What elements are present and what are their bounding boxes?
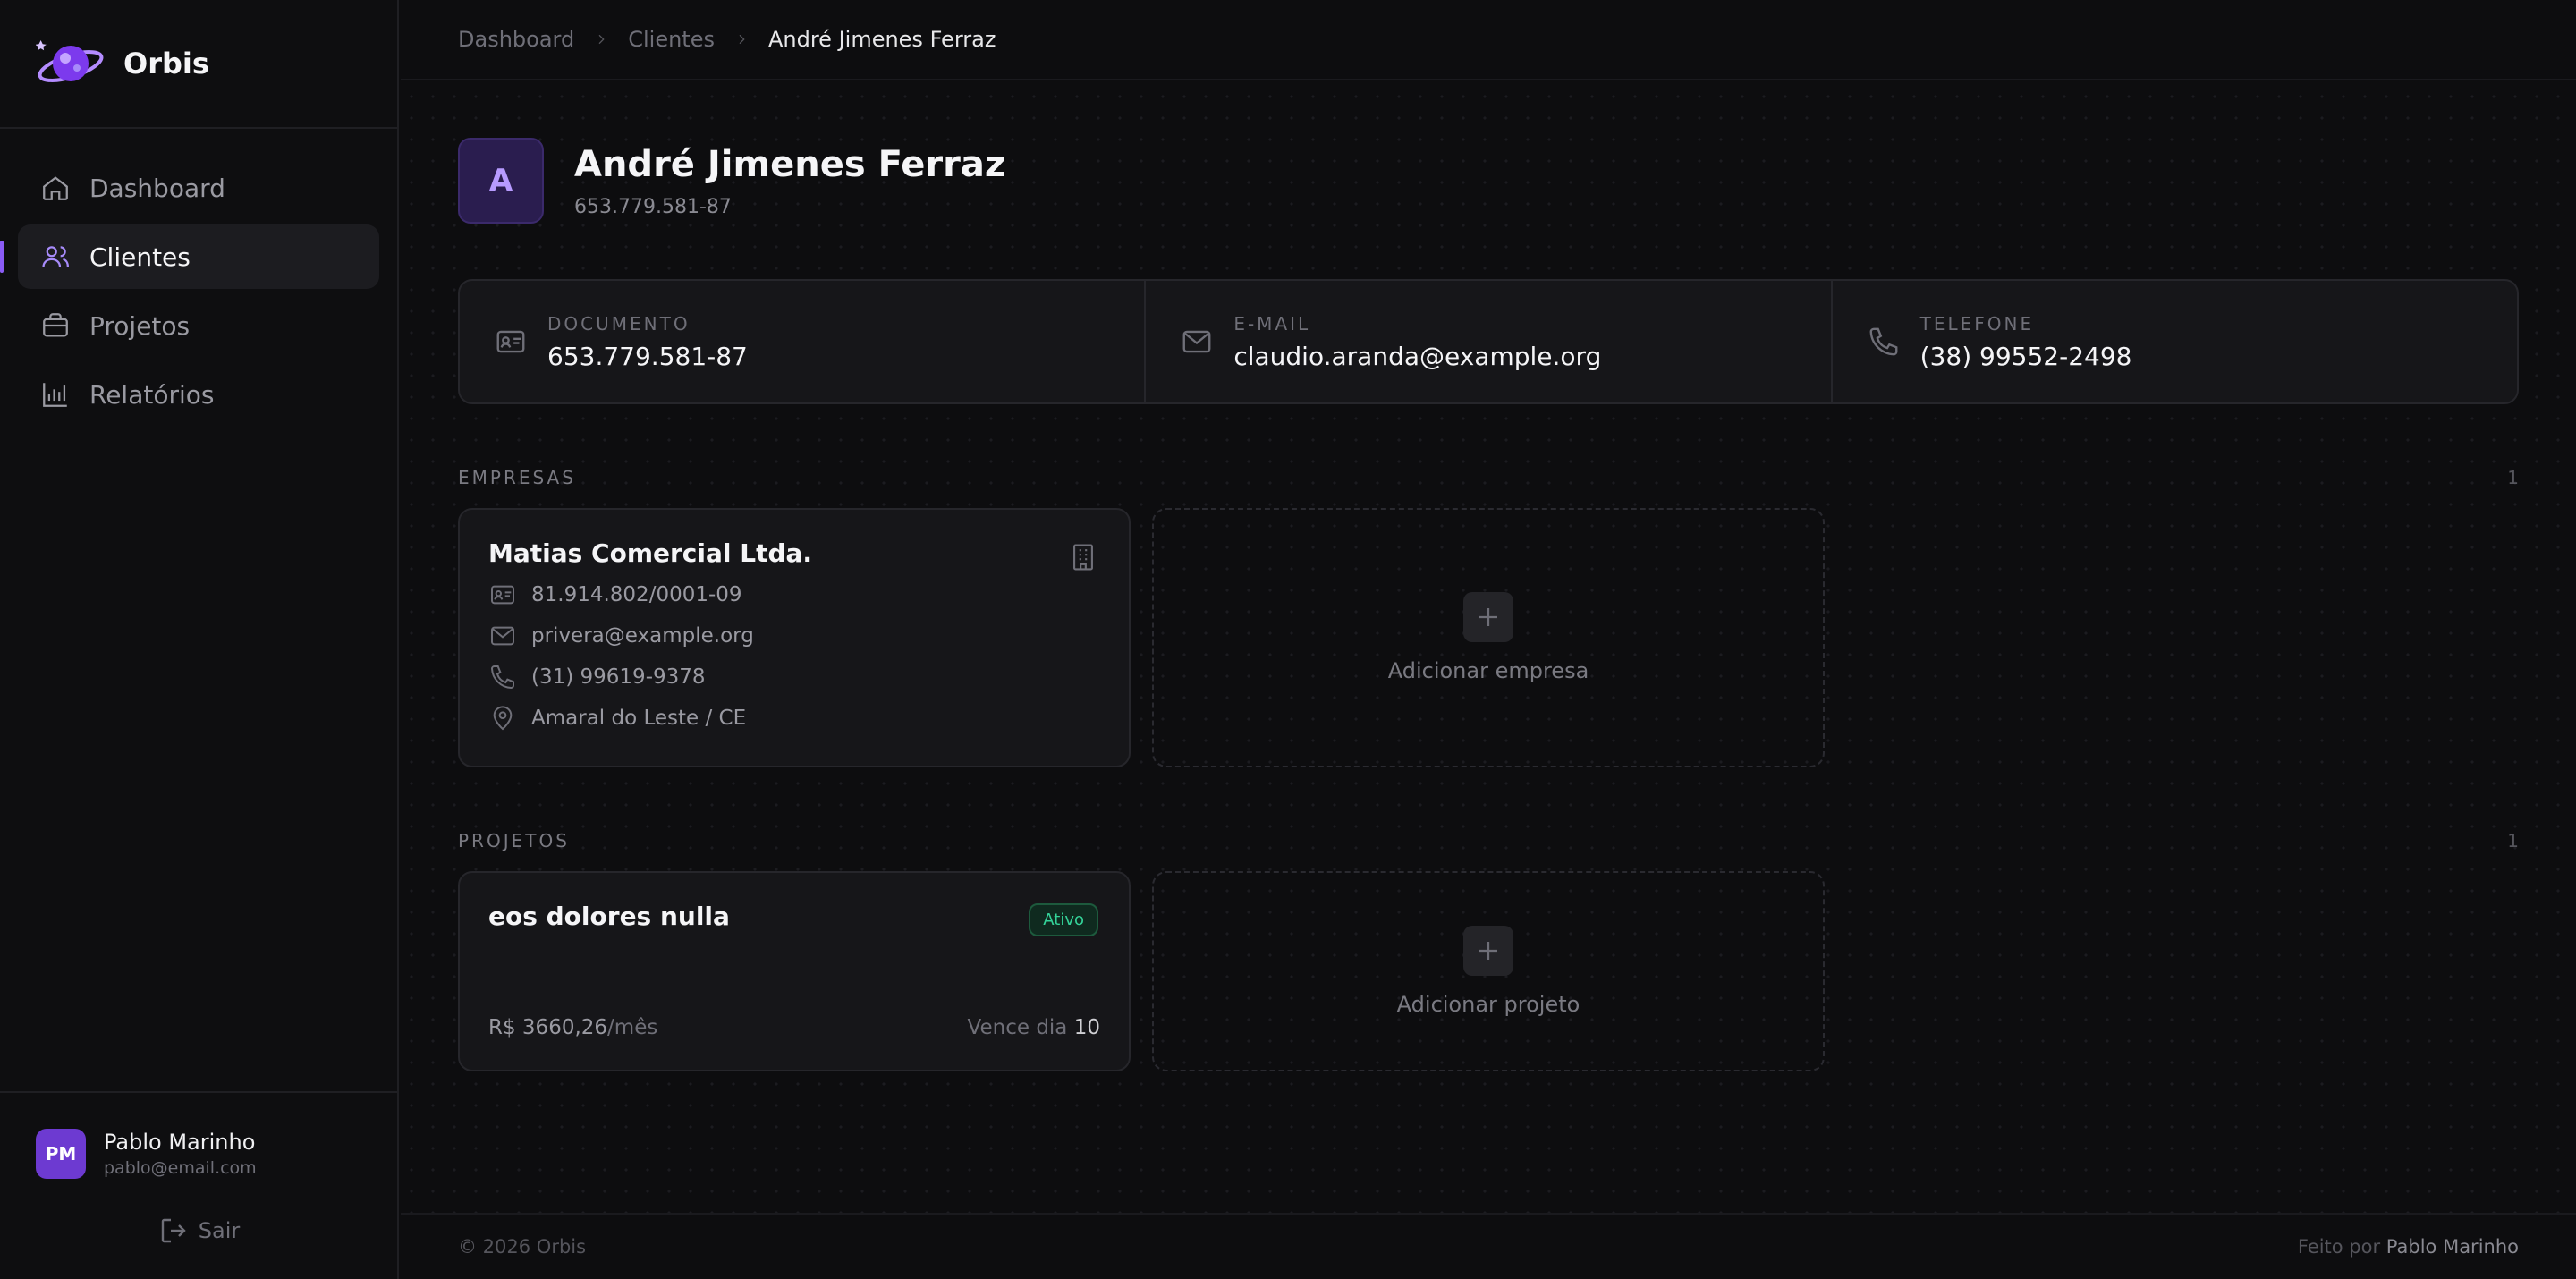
mail-icon — [1180, 325, 1214, 359]
brand[interactable]: Orbis — [0, 0, 397, 129]
map-pin-icon — [488, 704, 517, 733]
sidebar-item-relatorios[interactable]: Relatórios — [18, 362, 379, 427]
company-cnpj: 81.914.802/0001-09 — [488, 580, 1100, 609]
briefcase-icon — [39, 309, 72, 342]
sidebar-item-label: Relatórios — [89, 379, 215, 410]
sidebar-item-projetos[interactable]: Projetos — [18, 293, 379, 358]
footer-copyright: © 2026 Orbis — [458, 1236, 587, 1258]
projects-section-header: PROJETOS 1 — [458, 830, 2519, 851]
user-profile[interactable]: PM Pablo Marinho pablo@email.com — [36, 1129, 361, 1179]
company-phone: (31) 99619-9378 — [488, 663, 1100, 691]
detail-value: Amaral do Leste / CE — [531, 707, 747, 730]
footer: © 2026 Orbis Feito por Pablo Marinho — [401, 1213, 2576, 1279]
plus-icon — [1463, 592, 1513, 642]
planet-logo-icon — [36, 34, 106, 93]
id-card-icon — [488, 580, 517, 609]
sidebar-item-label: Clientes — [89, 241, 191, 272]
section-title: PROJETOS — [458, 830, 570, 851]
client-document: 653.779.581-87 — [574, 195, 732, 218]
chevron-right-icon — [734, 27, 749, 52]
info-label: TELEFONE — [1919, 312, 2035, 335]
price-value: R$ 3660,26 — [488, 1016, 608, 1039]
sidebar: Orbis Dashboard Clientes Projetos Relató… — [0, 0, 399, 1279]
due-day: 10 — [1073, 1016, 1100, 1039]
detail-value: (31) 99619-9378 — [531, 665, 706, 689]
projects-row: eos dolores nulla Ativo R$ 3660,26/mês V… — [458, 871, 2519, 1071]
chevron-right-icon — [594, 27, 608, 52]
section-title: EMPRESAS — [458, 467, 576, 488]
building-icon — [1068, 542, 1098, 572]
breadcrumb-clientes[interactable]: Clientes — [628, 27, 715, 52]
info-label: DOCUMENTO — [547, 312, 691, 335]
footer-made-by: Feito por — [2297, 1236, 2381, 1258]
info-value[interactable]: claudio.aranda@example.org — [1233, 342, 1601, 371]
plus-icon — [1463, 926, 1513, 976]
app-name: Orbis — [123, 47, 209, 80]
client-info-card: DOCUMENTO 653.779.581-87 E-MAIL claudio.… — [458, 279, 2519, 404]
company-location: Amaral do Leste / CE — [488, 704, 1100, 733]
client-avatar: A — [458, 138, 544, 224]
status-badge: Ativo — [1029, 903, 1098, 936]
company-card[interactable]: Matias Comercial Ltda. 81.914.802/0001-0… — [458, 508, 1131, 767]
add-company-button[interactable]: Adicionar empresa — [1152, 508, 1825, 767]
phone-icon — [1867, 325, 1901, 359]
mail-icon — [488, 622, 517, 650]
avatar: PM — [36, 1129, 86, 1179]
info-value: 653.779.581-87 — [547, 341, 748, 371]
company-email: privera@example.org — [488, 622, 1100, 650]
price-unit: /mês — [607, 1016, 658, 1039]
due-label: Vence dia — [967, 1016, 1068, 1039]
add-company-label: Adicionar empresa — [1387, 658, 1589, 683]
home-icon — [39, 172, 72, 204]
info-email: E-MAIL claudio.aranda@example.org — [1146, 281, 1833, 402]
info-document: DOCUMENTO 653.779.581-87 — [460, 281, 1147, 402]
page-title: André Jimenes Ferraz — [574, 143, 1006, 185]
logout-icon — [157, 1215, 190, 1247]
detail-value: 81.914.802/0001-09 — [531, 583, 742, 606]
breadcrumb-current: André Jimenes Ferraz — [767, 27, 996, 52]
section-count: 1 — [2507, 830, 2519, 851]
companies-section-header: EMPRESAS 1 — [458, 467, 2519, 488]
info-value[interactable]: (38) 99552-2498 — [1920, 342, 2132, 371]
detail-value: privera@example.org — [531, 624, 754, 648]
project-due: Vence dia 10 — [968, 1016, 1100, 1039]
add-project-button[interactable]: Adicionar projeto — [1152, 871, 1825, 1071]
users-icon — [39, 241, 72, 273]
sidebar-item-dashboard[interactable]: Dashboard — [18, 156, 379, 220]
client-header: A André Jimenes Ferraz 653.779.581-87 — [458, 138, 2519, 224]
project-meta: R$ 3660,26/mês Vence dia 10 — [488, 1016, 1100, 1039]
companies-row: Matias Comercial Ltda. 81.914.802/0001-0… — [458, 508, 2519, 767]
footer-credit: Feito por Pablo Marinho — [2298, 1236, 2519, 1258]
sidebar-item-label: Projetos — [89, 310, 191, 341]
add-project-label: Adicionar projeto — [1396, 992, 1580, 1017]
user-email: pablo@email.com — [104, 1158, 257, 1178]
info-label: E-MAIL — [1233, 312, 1311, 335]
section-count: 1 — [2507, 467, 2519, 488]
breadcrumb-dashboard[interactable]: Dashboard — [458, 27, 574, 52]
id-card-icon — [494, 325, 528, 359]
sidebar-item-label: Dashboard — [89, 173, 225, 203]
project-price: R$ 3660,26/mês — [488, 1016, 657, 1039]
logout-label: Sair — [198, 1218, 241, 1243]
user-panel: PM Pablo Marinho pablo@email.com Sair — [0, 1091, 397, 1279]
footer-author-link[interactable]: Pablo Marinho — [2386, 1236, 2519, 1258]
sidebar-item-clientes[interactable]: Clientes — [0, 224, 379, 289]
breadcrumb: Dashboard Clientes André Jimenes Ferraz — [401, 0, 2576, 80]
logout-button[interactable]: Sair — [36, 1215, 361, 1247]
info-phone: TELEFONE (38) 99552-2498 — [1833, 281, 2517, 402]
main-area: Dashboard Clientes André Jimenes Ferraz … — [401, 0, 2576, 1279]
bar-chart-icon — [39, 378, 72, 411]
sidebar-nav: Dashboard Clientes Projetos Relatórios — [0, 129, 397, 458]
user-name: Pablo Marinho — [104, 1130, 256, 1155]
project-name: eos dolores nulla — [488, 902, 730, 931]
company-name: Matias Comercial Ltda. — [488, 538, 813, 568]
phone-icon — [488, 663, 517, 691]
project-card[interactable]: eos dolores nulla Ativo R$ 3660,26/mês V… — [458, 871, 1131, 1071]
